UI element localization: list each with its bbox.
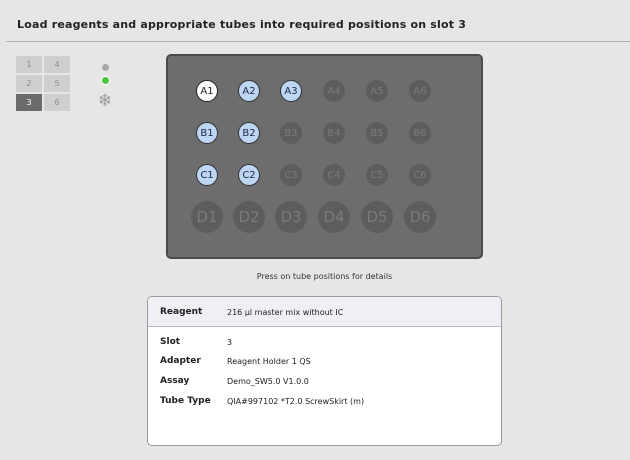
tube-position-d2[interactable]: D2 bbox=[233, 201, 265, 233]
tube-position-a5[interactable]: A5 bbox=[366, 80, 388, 102]
tube-position-b5[interactable]: B5 bbox=[366, 122, 388, 144]
adapter-value: Reagent Holder 1 QS bbox=[227, 357, 311, 366]
tube-position-d5[interactable]: D5 bbox=[361, 201, 393, 233]
tube-rack: A1 A2 A3 A4 A5 A6 B1 B2 B3 B4 B5 B6 C1 C2 C3 C4 C5 C6 D1 D2… bbox=[166, 54, 483, 259]
adapter-label: Adapter bbox=[160, 356, 201, 366]
tube-position-a4[interactable]: A4 bbox=[323, 80, 345, 102]
reagent-value: 216 µl master mix without IC bbox=[227, 308, 344, 317]
tube-position-d6[interactable]: D6 bbox=[404, 201, 436, 233]
tube-position-c3[interactable]: C3 bbox=[280, 164, 302, 186]
slot-value: 3 bbox=[227, 338, 233, 347]
tube-position-b6[interactable]: B6 bbox=[409, 122, 431, 144]
assay-label: Assay bbox=[160, 376, 190, 386]
slot-button-6[interactable]: 6 bbox=[44, 94, 70, 111]
title-divider bbox=[6, 41, 630, 42]
slot-label: Slot bbox=[160, 337, 181, 347]
tube-position-b4[interactable]: B4 bbox=[323, 122, 345, 144]
tube-position-a1[interactable]: A1 bbox=[196, 80, 218, 102]
slot-button-1[interactable]: 1 bbox=[16, 56, 42, 73]
tube-position-d1[interactable]: D1 bbox=[191, 201, 223, 233]
tube-position-c6[interactable]: C6 bbox=[409, 164, 431, 186]
tube-position-b1[interactable]: B1 bbox=[196, 122, 218, 144]
snowflake-icon: ❄ bbox=[97, 91, 113, 111]
page-title: Load reagents and appropriate tubes into… bbox=[17, 18, 467, 31]
tube-position-c1[interactable]: C1 bbox=[196, 164, 218, 186]
tube-position-a2[interactable]: A2 bbox=[238, 80, 260, 102]
status-indicator-gray bbox=[102, 64, 109, 71]
status-indicator-green bbox=[101, 76, 110, 85]
tube-position-c5[interactable]: C5 bbox=[366, 164, 388, 186]
hint-text: Press on tube positions for details bbox=[256, 272, 393, 281]
tube-position-b2[interactable]: B2 bbox=[238, 122, 260, 144]
tube-position-a6[interactable]: A6 bbox=[409, 80, 431, 102]
slot-button-3[interactable]: 3 bbox=[16, 94, 42, 111]
tube-position-a3[interactable]: A3 bbox=[280, 80, 302, 102]
slot-button-2[interactable]: 2 bbox=[16, 75, 42, 92]
tube-position-b3[interactable]: B3 bbox=[280, 122, 302, 144]
assay-value: Demo_SW5.0 V1.0.0 bbox=[227, 377, 309, 386]
details-panel: Reagent 216 µl master mix without IC Slo… bbox=[147, 296, 502, 446]
tube-position-c2[interactable]: C2 bbox=[238, 164, 260, 186]
tube-type-label: Tube Type bbox=[160, 396, 211, 406]
slot-button-5[interactable]: 5 bbox=[44, 75, 70, 92]
tube-position-d4[interactable]: D4 bbox=[318, 201, 350, 233]
tube-position-c4[interactable]: C4 bbox=[323, 164, 345, 186]
tube-position-d3[interactable]: D3 bbox=[275, 201, 307, 233]
reagent-label: Reagent bbox=[160, 307, 203, 317]
tube-type-value: QIA#997102 *T2.0 ScrewSkirt (m) bbox=[227, 397, 365, 406]
slot-button-4[interactable]: 4 bbox=[44, 56, 70, 73]
